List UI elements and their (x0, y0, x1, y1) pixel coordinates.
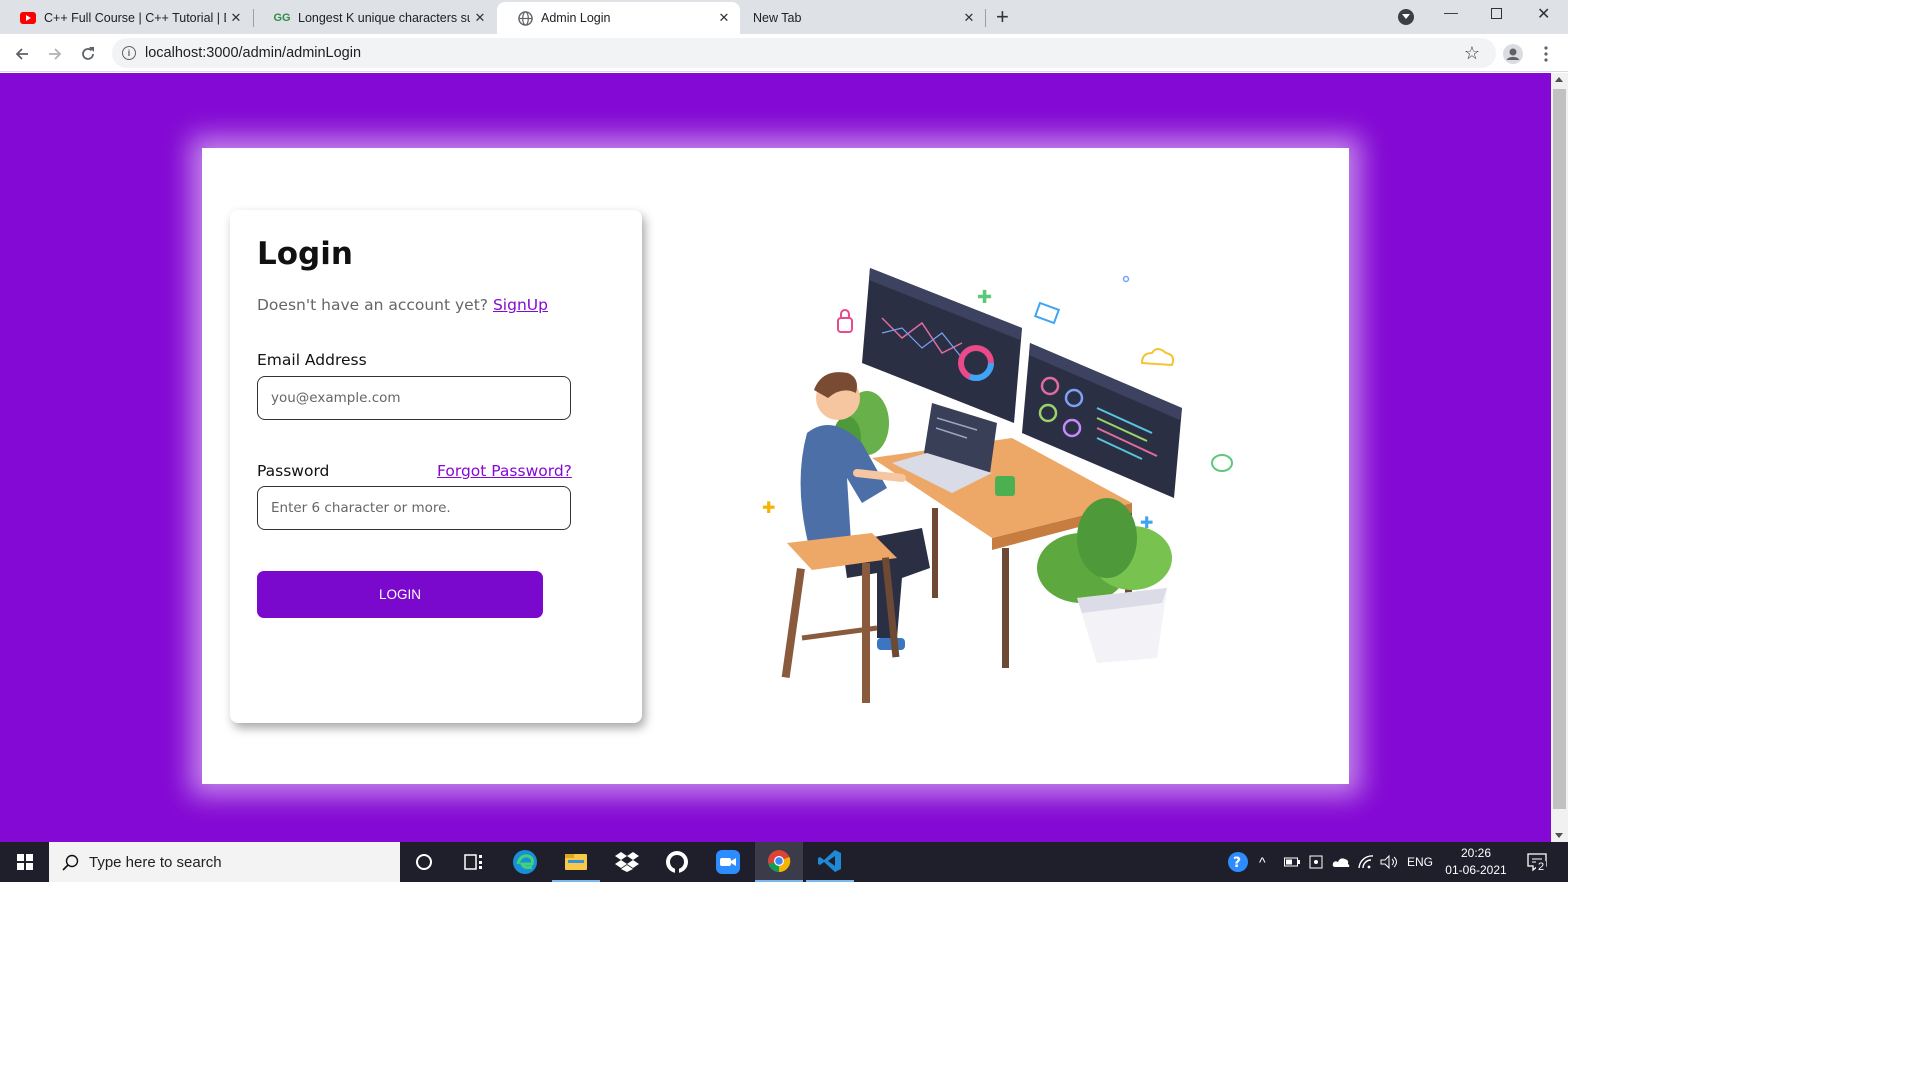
bookmark-star-icon[interactable]: ☆ (1464, 43, 1480, 64)
tab-separator (985, 9, 986, 27)
svg-text:?: ? (1233, 855, 1241, 871)
signup-link[interactable]: SignUp (493, 296, 548, 314)
close-tab-icon[interactable]: ✕ (959, 8, 979, 28)
cortana-icon[interactable] (400, 842, 448, 882)
tab-admin-login[interactable]: Admin Login ✕ (497, 2, 740, 34)
language-indicator[interactable]: ENG (1407, 842, 1433, 882)
file-explorer-icon[interactable] (552, 842, 600, 882)
close-tab-icon[interactable]: ✕ (470, 8, 490, 28)
cloud-icon (1140, 348, 1175, 367)
signup-prompt: Doesn't have an account yet? SignUp (257, 296, 548, 314)
youtube-icon (20, 10, 36, 26)
developer-workspace-illustration: ✚ ✚ ✚ (762, 268, 1233, 703)
minimize-button[interactable]: — (1444, 4, 1458, 20)
forgot-password-link[interactable]: Forgot Password? (437, 462, 572, 480)
wifi-icon[interactable] (1358, 842, 1374, 882)
volume-icon[interactable] (1380, 842, 1398, 882)
lock-icon (837, 309, 853, 333)
password-label: Password (257, 462, 330, 480)
envelope-icon (1033, 301, 1061, 325)
chat-bubble-icon (1211, 454, 1233, 472)
vscode-icon[interactable] (806, 842, 854, 882)
help-icon[interactable]: ? (1226, 842, 1250, 882)
action-center-icon[interactable]: 2 (1526, 842, 1548, 882)
email-label: Email Address (257, 351, 367, 369)
clock-time: 20:26 (1460, 846, 1492, 860)
dropbox-icon[interactable] (603, 842, 651, 882)
reload-icon[interactable] (75, 41, 101, 67)
plus-sparkle-icon: ✚ (762, 498, 775, 517)
windows-taskbar: Type here to search ? ^ ENG 20:26 01-06-… (0, 842, 1568, 882)
search-placeholder: Type here to search (89, 853, 222, 871)
vertical-scrollbar[interactable] (1551, 73, 1568, 842)
menu-kebab-icon[interactable] (1533, 41, 1559, 67)
edge-icon[interactable] (501, 842, 549, 882)
notification-count-badge: 2 (1536, 861, 1547, 873)
password-field[interactable] (257, 486, 571, 530)
search-icon (62, 854, 79, 871)
browser-tab-strip: C++ Full Course | C++ Tutorial | Data St… (0, 0, 1568, 34)
onedrive-cloud-icon[interactable] (1332, 842, 1350, 882)
close-window-button[interactable]: ✕ (1537, 4, 1550, 24)
globe-icon (517, 10, 533, 26)
restore-button[interactable] (1491, 8, 1502, 19)
tab-title: C++ Full Course | C++ Tutorial | Data St… (44, 11, 226, 25)
show-hidden-icons-chevron-icon[interactable]: ^ (1259, 842, 1266, 882)
plus-sparkle-icon: ✚ (1140, 513, 1153, 532)
address-bar[interactable]: i localhost:3000/admin/adminLogin ☆ (112, 38, 1496, 68)
tab-search-icon[interactable] (1398, 9, 1414, 25)
email-field[interactable] (257, 376, 571, 420)
scroll-down-arrow[interactable] (1555, 833, 1563, 838)
tab-geeksforgeeks[interactable]: GG Longest K unique characters substring… (254, 2, 496, 34)
task-view-icon[interactable] (450, 842, 498, 882)
login-card-container: Login Doesn't have an account yet? SignU… (202, 148, 1349, 784)
login-button[interactable]: LOGIN (257, 571, 543, 618)
forward-icon[interactable] (42, 41, 68, 67)
chrome-icon[interactable] (755, 842, 803, 882)
zoom-icon[interactable] (704, 842, 752, 882)
dot-icon (1122, 275, 1130, 283)
meet-now-icon[interactable] (1309, 842, 1323, 882)
windows-start-icon[interactable] (0, 842, 49, 882)
tab-new-tab[interactable]: New Tab ✕ (733, 2, 985, 34)
clock-date: 01-06-2021 (1445, 863, 1507, 877)
info-icon[interactable]: i (122, 46, 136, 60)
taskbar-search-box[interactable]: Type here to search (49, 842, 400, 882)
no-account-text: Doesn't have an account yet? (257, 296, 489, 314)
back-icon[interactable] (9, 41, 35, 67)
new-tab-button[interactable]: + (996, 6, 1009, 28)
login-form-box: Login Doesn't have an account yet? SignU… (230, 210, 642, 723)
tab-title: Longest K unique characters substring (298, 11, 470, 25)
battery-icon[interactable] (1284, 842, 1300, 882)
clock[interactable]: 20:26 01-06-2021 (1444, 842, 1508, 882)
close-tab-icon[interactable]: ✕ (226, 8, 246, 28)
tab-title: Admin Login (541, 11, 611, 25)
url-text: localhost:3000/admin/adminLogin (145, 45, 362, 61)
monitor-left-image (862, 268, 1022, 423)
tab-youtube[interactable]: C++ Full Course | C++ Tutorial | Data St… (0, 2, 252, 34)
close-tab-icon[interactable]: ✕ (714, 8, 734, 28)
scrollbar-thumb[interactable] (1553, 89, 1566, 809)
geeksforgeeks-icon: GG (273, 12, 291, 24)
page-title: Login (257, 236, 353, 272)
scroll-up-arrow[interactable] (1555, 77, 1563, 82)
tab-title: New Tab (753, 11, 802, 25)
coffee-cup-image (995, 476, 1015, 496)
profile-icon[interactable] (1500, 41, 1526, 67)
plus-sparkle-icon: ✚ (977, 287, 992, 308)
browser-toolbar: i localhost:3000/admin/adminLogin ☆ (0, 34, 1568, 72)
github-icon[interactable] (653, 842, 701, 882)
